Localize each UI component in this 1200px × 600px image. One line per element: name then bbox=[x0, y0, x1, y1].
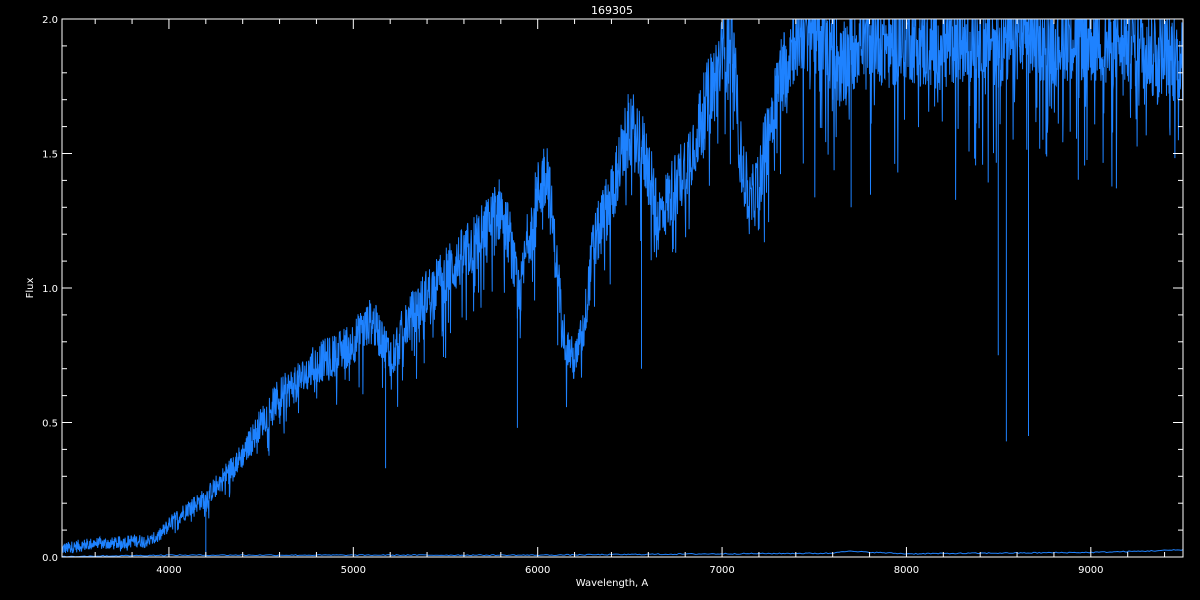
x-tick-label: 6000 bbox=[525, 565, 550, 576]
y-axis-title: Flux bbox=[25, 278, 36, 299]
y-tick-label: 1.5 bbox=[42, 150, 58, 161]
y-tick-label: 0.0 bbox=[42, 553, 58, 564]
x-tick-label: 8000 bbox=[894, 565, 919, 576]
x-tick-label: 4000 bbox=[156, 565, 181, 576]
chart-background bbox=[0, 0, 1200, 600]
x-tick-label: 7000 bbox=[709, 565, 734, 576]
x-axis-title: Wavelength, A bbox=[576, 578, 649, 589]
y-tick-label: 1.0 bbox=[42, 284, 58, 295]
y-tick-label: 2.0 bbox=[42, 15, 58, 26]
x-tick-label: 5000 bbox=[341, 565, 366, 576]
spectrum-chart: 4000 5000 6000 7000 8000 90000.00.51.01.52.0 … bbox=[0, 0, 1200, 600]
x-tick-label: 9000 bbox=[1078, 565, 1103, 576]
chart-title: 169305 bbox=[591, 4, 633, 17]
y-tick-label: 0.5 bbox=[42, 419, 58, 430]
